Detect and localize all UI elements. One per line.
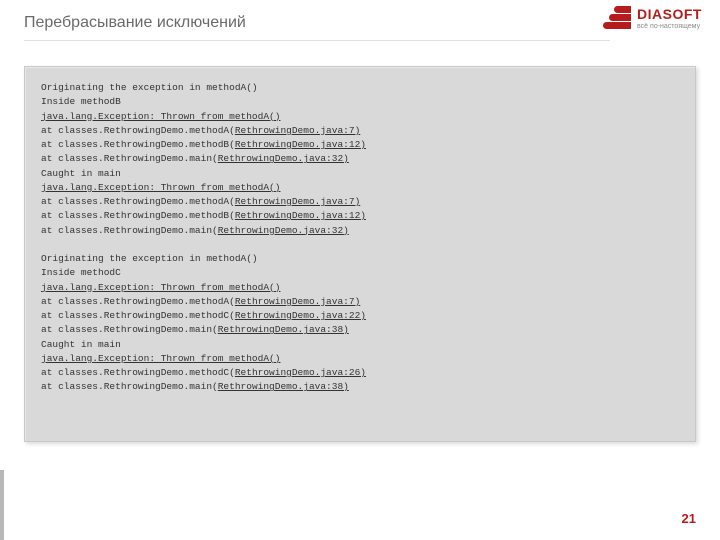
code-line: Caught in main: [41, 167, 679, 181]
slide-title: Перебрасывание исключений: [24, 14, 696, 32]
logo-icon: [603, 6, 631, 30]
code-line: Caught in main: [41, 338, 679, 352]
code-line: at classes.RethrowingDemo.methodB(Rethro…: [41, 138, 679, 152]
logo-tagline: всё по-настоящему: [637, 23, 702, 30]
code-line: at classes.RethrowingDemo.main(Rethrowin…: [41, 380, 679, 394]
code-line: Originating the exception in methodA(): [41, 252, 679, 266]
code-line: java.lang.Exception: Thrown from methodA…: [41, 281, 679, 295]
code-line: at classes.RethrowingDemo.main(Rethrowin…: [41, 152, 679, 166]
code-line: at classes.RethrowingDemo.methodA(Rethro…: [41, 295, 679, 309]
code-line: java.lang.Exception: Thrown from methodA…: [41, 352, 679, 366]
header-rule: [24, 40, 610, 41]
decorative-edge: [0, 470, 4, 540]
code-line: at classes.RethrowingDemo.methodC(Rethro…: [41, 366, 679, 380]
code-line: at classes.RethrowingDemo.methodB(Rethro…: [41, 209, 679, 223]
code-line: at classes.RethrowingDemo.methodA(Rethro…: [41, 195, 679, 209]
code-output: Originating the exception in methodA()In…: [24, 66, 696, 442]
code-line: Inside methodB: [41, 95, 679, 109]
code-line: java.lang.Exception: Thrown from methodA…: [41, 181, 679, 195]
logo-name: DIASOFT: [637, 7, 702, 21]
code-line: at classes.RethrowingDemo.methodA(Rethro…: [41, 124, 679, 138]
code-line: at classes.RethrowingDemo.methodC(Rethro…: [41, 309, 679, 323]
page-number: 21: [682, 511, 696, 526]
brand-logo: DIASOFT всё по-настоящему: [603, 6, 702, 30]
code-line: Originating the exception in methodA(): [41, 81, 679, 95]
code-line: java.lang.Exception: Thrown from methodA…: [41, 110, 679, 124]
code-line: [41, 238, 679, 252]
code-line: at classes.RethrowingDemo.main(Rethrowin…: [41, 224, 679, 238]
code-line: Inside methodC: [41, 266, 679, 280]
code-line: at classes.RethrowingDemo.main(Rethrowin…: [41, 323, 679, 337]
